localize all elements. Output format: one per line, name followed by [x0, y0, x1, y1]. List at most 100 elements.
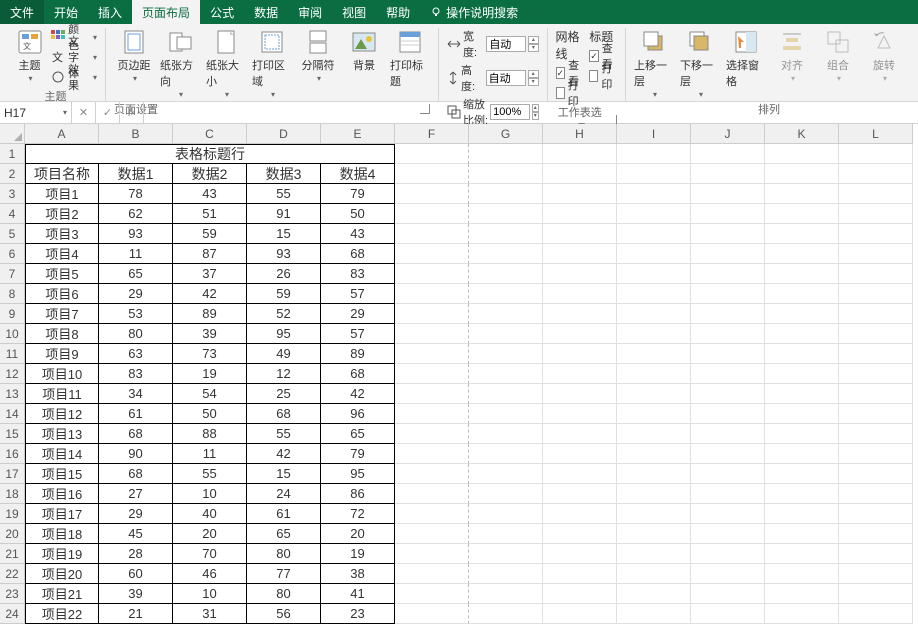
- cell[interactable]: [395, 544, 469, 564]
- column-header[interactable]: E: [321, 124, 395, 144]
- cell[interactable]: 39: [99, 584, 173, 604]
- cell[interactable]: [691, 204, 765, 224]
- cell[interactable]: [839, 464, 913, 484]
- cell[interactable]: [617, 244, 691, 264]
- row-header[interactable]: 4: [0, 204, 25, 224]
- cell[interactable]: [839, 224, 913, 244]
- column-header[interactable]: B: [99, 124, 173, 144]
- enter-formula-button[interactable]: ✓: [96, 102, 120, 123]
- cell[interactable]: 项目7: [25, 304, 99, 324]
- column-header[interactable]: A: [25, 124, 99, 144]
- cell[interactable]: [395, 444, 469, 464]
- cell[interactable]: [543, 204, 617, 224]
- cell[interactable]: [469, 464, 543, 484]
- cell[interactable]: [839, 364, 913, 384]
- tab-file[interactable]: 文件: [0, 0, 44, 24]
- cell[interactable]: [469, 424, 543, 444]
- cell[interactable]: [691, 244, 765, 264]
- cell[interactable]: [543, 324, 617, 344]
- cell[interactable]: 55: [173, 464, 247, 484]
- cell[interactable]: 数据2: [173, 164, 247, 184]
- scale-width-input[interactable]: [486, 36, 526, 52]
- row-header[interactable]: 12: [0, 364, 25, 384]
- cell[interactable]: 42: [321, 384, 395, 404]
- cell[interactable]: 63: [99, 344, 173, 364]
- cell[interactable]: 51: [173, 204, 247, 224]
- cell[interactable]: [395, 344, 469, 364]
- theme-effects-button[interactable]: 效果▾: [51, 68, 97, 86]
- cell[interactable]: [839, 584, 913, 604]
- cell[interactable]: 65: [99, 264, 173, 284]
- cell[interactable]: [617, 284, 691, 304]
- cell[interactable]: [469, 584, 543, 604]
- cell[interactable]: [691, 324, 765, 344]
- cell[interactable]: [765, 424, 839, 444]
- cell[interactable]: 56: [247, 604, 321, 624]
- cell[interactable]: 数据3: [247, 164, 321, 184]
- cell[interactable]: [469, 484, 543, 504]
- cell[interactable]: [395, 584, 469, 604]
- cell[interactable]: [543, 144, 617, 164]
- cell[interactable]: [839, 324, 913, 344]
- cell[interactable]: 项目19: [25, 544, 99, 564]
- row-header[interactable]: 21: [0, 544, 25, 564]
- align-button[interactable]: 对齐▾: [772, 28, 812, 83]
- row-header[interactable]: 14: [0, 404, 25, 424]
- cell[interactable]: [543, 584, 617, 604]
- cell[interactable]: [765, 344, 839, 364]
- cell[interactable]: 24: [247, 484, 321, 504]
- cell[interactable]: [617, 524, 691, 544]
- cell[interactable]: [765, 564, 839, 584]
- row-header[interactable]: 6: [0, 244, 25, 264]
- cell[interactable]: [395, 304, 469, 324]
- cell[interactable]: 40: [173, 504, 247, 524]
- cell[interactable]: 42: [247, 444, 321, 464]
- cell[interactable]: 26: [247, 264, 321, 284]
- cell[interactable]: [395, 424, 469, 444]
- cell[interactable]: [765, 244, 839, 264]
- cell[interactable]: [469, 444, 543, 464]
- row-header[interactable]: 20: [0, 524, 25, 544]
- headings-print-check[interactable]: 打印: [589, 67, 617, 85]
- column-header[interactable]: C: [173, 124, 247, 144]
- column-header[interactable]: H: [543, 124, 617, 144]
- cell[interactable]: [469, 604, 543, 624]
- cell[interactable]: 12: [247, 364, 321, 384]
- cell[interactable]: [395, 284, 469, 304]
- cell[interactable]: [543, 344, 617, 364]
- cell[interactable]: [617, 424, 691, 444]
- cell[interactable]: [469, 324, 543, 344]
- tab-insert[interactable]: 插入: [88, 0, 132, 24]
- cell[interactable]: [395, 384, 469, 404]
- tab-tell-me[interactable]: 操作说明搜索: [420, 0, 528, 24]
- tab-view[interactable]: 视图: [332, 0, 376, 24]
- cell[interactable]: [617, 344, 691, 364]
- cell[interactable]: 项目5: [25, 264, 99, 284]
- cell[interactable]: [395, 324, 469, 344]
- cell[interactable]: 项目9: [25, 344, 99, 364]
- cell[interactable]: 45: [99, 524, 173, 544]
- tab-review[interactable]: 审阅: [288, 0, 332, 24]
- cell[interactable]: 68: [321, 364, 395, 384]
- cell[interactable]: [469, 144, 543, 164]
- cell[interactable]: 54: [173, 384, 247, 404]
- cell[interactable]: [395, 204, 469, 224]
- cell[interactable]: [839, 444, 913, 464]
- tab-page-layout[interactable]: 页面布局: [132, 0, 200, 24]
- row-header[interactable]: 10: [0, 324, 25, 344]
- cell[interactable]: [469, 264, 543, 284]
- cell[interactable]: 25: [247, 384, 321, 404]
- cell[interactable]: 49: [247, 344, 321, 364]
- cell[interactable]: 项目18: [25, 524, 99, 544]
- cell[interactable]: [543, 464, 617, 484]
- cell[interactable]: 83: [321, 264, 395, 284]
- cell[interactable]: 31: [173, 604, 247, 624]
- cell[interactable]: [395, 504, 469, 524]
- cell[interactable]: 42: [173, 284, 247, 304]
- row-header[interactable]: 7: [0, 264, 25, 284]
- dialog-launcher-icon[interactable]: [420, 104, 430, 114]
- cell[interactable]: [395, 364, 469, 384]
- cell[interactable]: [617, 504, 691, 524]
- cell[interactable]: 50: [321, 204, 395, 224]
- row-header[interactable]: 3: [0, 184, 25, 204]
